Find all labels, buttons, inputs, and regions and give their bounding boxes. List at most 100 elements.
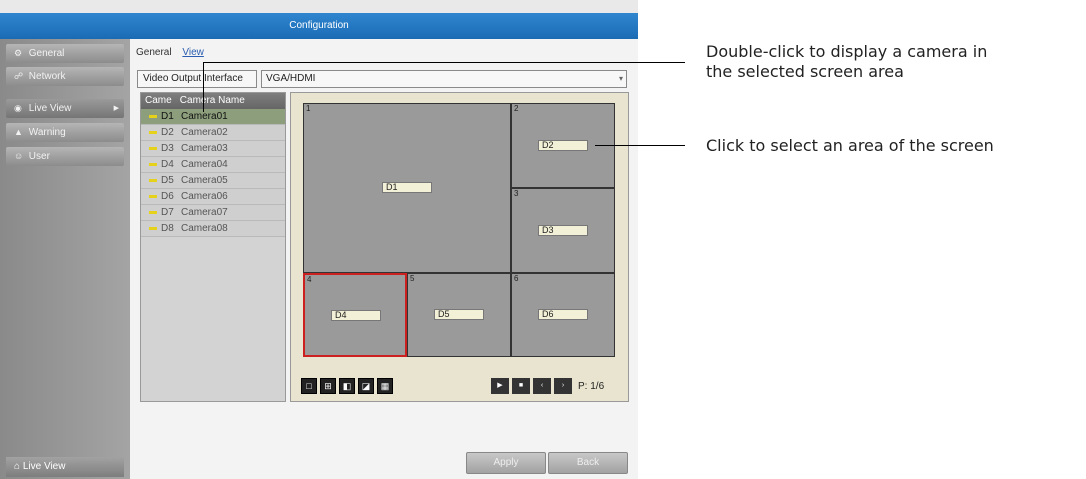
user-icon: ☺ <box>14 151 24 161</box>
camera-row[interactable]: D8 Camera08 <box>141 221 285 237</box>
cell-camera-label: D5 <box>434 309 484 320</box>
screen-cell-5[interactable]: 5 D5 <box>407 273 511 357</box>
sidebar: ⚙ General ☍ Network ◉ Live View ▶ ▲ Warn… <box>0 39 130 479</box>
sidebar-item-network[interactable]: ☍ Network <box>6 67 124 86</box>
camera-status-icon <box>149 210 157 214</box>
sidebar-item-label: General <box>28 48 65 59</box>
cell-number: 5 <box>410 274 415 283</box>
camera-name: Camera03 <box>181 143 228 154</box>
layout-1-icon[interactable]: □ <box>301 378 317 394</box>
column-camera-name: Camera Name <box>179 95 245 106</box>
apply-button[interactable]: Apply <box>466 452 546 474</box>
camera-row[interactable]: D2 Camera02 <box>141 125 285 141</box>
cell-camera-label: D6 <box>538 309 588 320</box>
page-indicator: P: 1/6 <box>578 380 605 392</box>
camera-id: D4 <box>161 159 174 170</box>
prev-page-icon[interactable]: ‹ <box>533 378 551 394</box>
screen-cell-4[interactable]: 4 D4 <box>303 273 407 357</box>
sidebar-item-general[interactable]: ⚙ General <box>6 44 124 63</box>
sidebar-item-label: Warning <box>28 127 66 138</box>
next-page-icon[interactable]: › <box>554 378 572 394</box>
cell-camera-label: D4 <box>331 310 381 321</box>
cell-camera-label: D1 <box>382 182 432 193</box>
layout-8-icon[interactable]: ◪ <box>358 378 374 394</box>
sidebar-item-label: Network <box>28 71 66 82</box>
column-camera-no: Came <box>145 95 172 106</box>
camera-status-icon <box>149 130 157 134</box>
camera-name: Camera02 <box>181 127 228 138</box>
screen-cell-6[interactable]: 6 D6 <box>511 273 615 357</box>
window-title: Configuration <box>0 13 638 39</box>
camera-id: D8 <box>161 223 174 234</box>
screen-cell-1[interactable]: 1 D1 <box>303 103 511 273</box>
camera-name: Camera04 <box>181 159 228 170</box>
video-output-select[interactable]: VGA/HDMI ▾ <box>261 70 627 88</box>
layout-6-icon[interactable]: ◧ <box>339 378 355 394</box>
camera-id: D3 <box>161 143 174 154</box>
camera-name: Camera08 <box>181 223 228 234</box>
screen-cell-3[interactable]: 3 D3 <box>511 188 615 273</box>
layout-pager: ▶ ■ ‹ › P: 1/6 <box>491 378 604 394</box>
camera-status-icon <box>149 226 157 230</box>
camera-row[interactable]: D4 Camera04 <box>141 157 285 173</box>
gear-icon: ⚙ <box>14 48 23 58</box>
callout-leader-line <box>203 62 204 112</box>
camera-id: D7 <box>161 207 174 218</box>
tab-general[interactable]: General <box>136 47 172 58</box>
network-icon: ☍ <box>14 71 24 81</box>
camera-row[interactable]: D6 Camera06 <box>141 189 285 205</box>
play-icon[interactable]: ▶ <box>491 378 509 394</box>
cell-camera-label: D2 <box>538 140 588 151</box>
camera-status-icon <box>149 194 157 198</box>
camera-name: Camera07 <box>181 207 228 218</box>
callout-leader-line <box>203 62 685 63</box>
camera-status-icon <box>149 178 157 182</box>
callout-double-click-line-2: the selected screen area <box>706 62 904 81</box>
camera-row[interactable]: D1 Camera01 <box>141 109 285 125</box>
callout-click: Click to select an area of the screen <box>706 136 994 155</box>
camera-row[interactable]: D7 Camera07 <box>141 205 285 221</box>
camera-status-icon <box>149 146 157 150</box>
layout-9-icon[interactable]: ▦ <box>377 378 393 394</box>
home-icon: ⌂ <box>14 461 21 472</box>
layout-toolbar: □ ⊞ ◧ ◪ ▦ <box>301 378 393 394</box>
eye-icon: ◉ <box>14 103 22 113</box>
configuration-window: Configuration ⚙ General ☍ Network ◉ Live… <box>0 0 638 479</box>
callout-double-click-line-1: Double-click to display a camera in <box>706 42 988 61</box>
sidebar-item-label: User <box>28 151 50 162</box>
sidebar-item-warning[interactable]: ▲ Warning <box>6 123 124 142</box>
sidebar-item-label: Live View <box>28 103 72 114</box>
cell-number: 1 <box>306 104 311 113</box>
layout-4-icon[interactable]: ⊞ <box>320 378 336 394</box>
camera-row[interactable]: D3 Camera03 <box>141 141 285 157</box>
cell-number: 2 <box>514 104 519 113</box>
stop-icon[interactable]: ■ <box>512 378 530 394</box>
callout-leader-line <box>595 145 685 146</box>
tab-bar: General View <box>136 47 212 58</box>
camera-id: D5 <box>161 175 174 186</box>
cell-number: 6 <box>514 274 519 283</box>
chevron-right-icon: ▶ <box>113 105 119 112</box>
screen-layout-grid: 1 D1 2 D2 3 D3 4 D4 5 D5 6 D6 <box>303 103 615 357</box>
cell-camera-label: D3 <box>538 225 588 236</box>
sidebar-item-user[interactable]: ☺ User <box>6 147 124 166</box>
camera-row[interactable]: D5 Camera05 <box>141 173 285 189</box>
camera-id: D2 <box>161 127 174 138</box>
back-button[interactable]: Back <box>548 452 628 474</box>
camera-status-icon <box>149 162 157 166</box>
camera-list: Came Camera Name D1 Camera01 D2 Camera02 D… <box>140 92 286 402</box>
tab-view[interactable]: View <box>182 47 204 58</box>
sidebar-item-live-view[interactable]: ◉ Live View ▶ <box>6 99 124 118</box>
content-panel: General View Video Output Interface VGA/… <box>130 39 638 479</box>
camera-list-header: Came Camera Name <box>141 93 285 109</box>
camera-name: Camera06 <box>181 191 228 202</box>
cell-number: 4 <box>307 275 312 284</box>
camera-name: Camera01 <box>181 111 228 122</box>
warning-icon: ▲ <box>14 127 23 137</box>
chevron-down-icon[interactable]: ▾ <box>619 71 623 87</box>
video-output-row: Video Output Interface VGA/HDMI ▾ <box>137 70 627 88</box>
video-output-label: Video Output Interface <box>137 70 257 88</box>
camera-status-icon <box>149 114 157 118</box>
camera-id: D6 <box>161 191 174 202</box>
live-view-button[interactable]: ⌂ Live View <box>6 457 124 477</box>
